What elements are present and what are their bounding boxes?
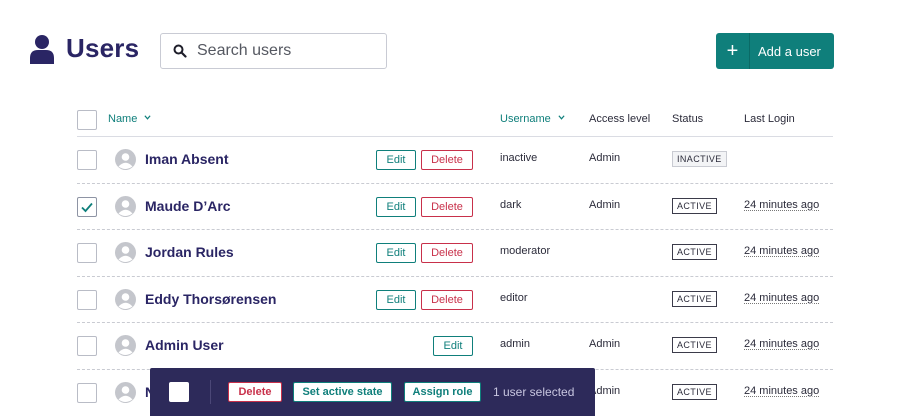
search-box[interactable] bbox=[160, 33, 387, 69]
table-row: Jordan Rules Edit Delete moderator ACTIVE 24 … bbox=[77, 230, 833, 277]
plus-icon: + bbox=[716, 33, 750, 69]
last-login-cell: 24 minutes ago bbox=[744, 291, 820, 304]
divider bbox=[210, 380, 211, 404]
user-name[interactable]: Jordan Rules bbox=[145, 244, 234, 260]
bulk-delete-button[interactable]: Delete bbox=[228, 382, 282, 402]
status-badge: ACTIVE bbox=[672, 383, 717, 400]
username-cell: admin bbox=[500, 338, 530, 351]
column-username-header[interactable]: Username bbox=[500, 113, 565, 125]
status-badge: ACTIVE bbox=[672, 337, 717, 354]
username-cell: inactive bbox=[500, 152, 538, 164]
page-title: Users bbox=[66, 33, 140, 63]
access-level-cell: Admin bbox=[589, 198, 621, 211]
row-checkbox[interactable] bbox=[77, 150, 97, 170]
chevron-down-icon bbox=[144, 115, 151, 120]
column-name-header[interactable]: Name bbox=[108, 113, 151, 125]
access-level-cell: Admin bbox=[589, 152, 621, 164]
page-header: Users + Add a user bbox=[30, 33, 834, 69]
bulk-select-checkbox[interactable] bbox=[169, 382, 189, 402]
search-icon bbox=[173, 44, 187, 58]
avatar-icon bbox=[115, 288, 136, 310]
avatar-icon bbox=[115, 195, 136, 217]
edit-button[interactable]: Edit bbox=[376, 196, 416, 217]
user-icon bbox=[30, 34, 54, 64]
chevron-down-icon bbox=[558, 115, 565, 120]
edit-button[interactable]: Edit bbox=[376, 150, 416, 170]
user-name[interactable]: Iman Absent bbox=[145, 151, 229, 167]
avatar-icon bbox=[115, 242, 136, 264]
row-checkbox[interactable] bbox=[77, 243, 97, 264]
last-login-cell: 24 minutes ago bbox=[744, 198, 820, 211]
row-checkbox[interactable] bbox=[77, 289, 97, 310]
edit-button[interactable]: Edit bbox=[433, 336, 473, 357]
add-user-button[interactable]: + Add a user bbox=[716, 33, 834, 69]
delete-button[interactable]: Delete bbox=[421, 243, 473, 264]
status-badge: ACTIVE bbox=[672, 290, 717, 307]
table-row: Eddy Thorsørensen Edit Delete editor ACTIVE 2… bbox=[77, 277, 833, 324]
status-badge: ACTIVE bbox=[672, 197, 717, 214]
table-header: Name Username Access level Status Last L… bbox=[77, 106, 833, 137]
column-last-login-header: Last Login bbox=[744, 113, 795, 125]
status-badge: ACTIVE bbox=[672, 244, 717, 261]
assign-role-button[interactable]: Assign role bbox=[404, 382, 481, 402]
search-input[interactable] bbox=[197, 42, 377, 60]
row-checkbox[interactable] bbox=[77, 336, 97, 357]
title-group: Users bbox=[30, 33, 139, 64]
add-user-label: Add a user bbox=[758, 43, 821, 59]
table-row: Maude D’Arc Edit Delete dark Admin ACTIVE 24 m… bbox=[77, 184, 833, 231]
last-login-cell: 24 minutes ago bbox=[744, 245, 820, 258]
edit-button[interactable]: Edit bbox=[376, 289, 416, 310]
row-checkbox[interactable] bbox=[77, 382, 97, 403]
column-access-level-header: Access level bbox=[589, 113, 651, 125]
table-row: Iman Absent Edit Delete inactive Admin INACTI… bbox=[77, 137, 833, 184]
select-all-checkbox[interactable] bbox=[77, 110, 97, 130]
username-cell: editor bbox=[500, 291, 528, 304]
access-level-cell: Admin bbox=[589, 338, 621, 351]
status-badge: INACTIVE bbox=[672, 151, 727, 167]
delete-button[interactable]: Delete bbox=[421, 289, 473, 310]
avatar-icon bbox=[115, 381, 136, 403]
username-cell: moderator bbox=[500, 245, 551, 258]
edit-button[interactable]: Edit bbox=[376, 243, 416, 264]
table-row: Admin User Edit admin Admin ACTIVE 24 minutes… bbox=[77, 323, 833, 370]
selection-count: 1 user selected bbox=[493, 385, 575, 399]
avatar-icon bbox=[115, 149, 136, 170]
delete-button[interactable]: Delete bbox=[421, 196, 473, 217]
column-status-header: Status bbox=[672, 113, 704, 125]
username-cell: dark bbox=[500, 198, 522, 211]
checkmark-icon bbox=[81, 202, 93, 212]
delete-button[interactable]: Delete bbox=[421, 150, 473, 170]
user-name[interactable]: Admin User bbox=[145, 337, 224, 353]
last-login-cell: 24 minutes ago bbox=[744, 384, 820, 397]
bulk-action-bar: Delete Set active state Assign role 1 us… bbox=[150, 368, 595, 416]
last-login-cell: 24 minutes ago bbox=[744, 338, 820, 351]
set-active-state-button[interactable]: Set active state bbox=[293, 382, 392, 402]
user-name[interactable]: Eddy Thorsørensen bbox=[145, 291, 276, 307]
row-checkbox[interactable] bbox=[77, 196, 97, 217]
user-name[interactable]: Maude D’Arc bbox=[145, 198, 231, 214]
avatar-icon bbox=[115, 335, 136, 357]
